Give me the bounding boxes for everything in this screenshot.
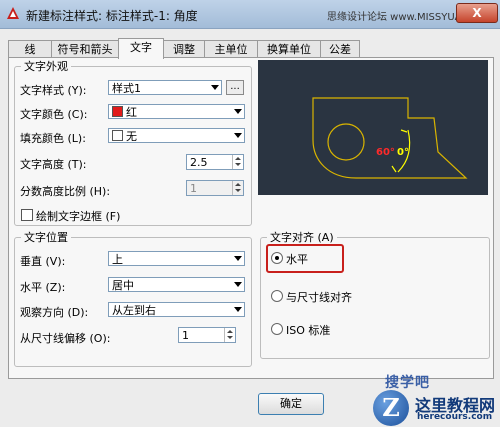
- chevron-down-icon: [234, 307, 242, 312]
- fraction-height-label: 分数高度比例 (H):: [20, 185, 111, 198]
- fill-color-value: 无: [126, 130, 137, 143]
- logo-brand: 搜学吧: [385, 375, 430, 391]
- part-outline: [312, 97, 468, 179]
- text-style-select[interactable]: 样式1: [108, 80, 222, 95]
- title-bar: 新建标注样式: 标注样式-1: 角度 思缘设计论坛 www.MISSYUAN.C…: [0, 0, 500, 29]
- preview-drawing: 60° 0°: [312, 97, 468, 179]
- fraction-height-spinner: 1: [186, 180, 244, 196]
- spinner-arrows-icon: [232, 181, 243, 195]
- arrow-line-1: [400, 129, 408, 133]
- tab-text[interactable]: 文字: [118, 38, 164, 59]
- window-title: 新建标注样式: 标注样式-1: 角度: [26, 9, 198, 23]
- tab-tolerances[interactable]: 公差: [320, 40, 360, 58]
- tab-alternate-units[interactable]: 换算单位: [257, 40, 321, 58]
- close-button[interactable]: X: [456, 3, 498, 23]
- dimension-style-dialog: 新建标注样式: 标注样式-1: 角度 思缘设计论坛 www.MISSYUAN.C…: [0, 0, 500, 427]
- logo-url: herecours.com: [417, 412, 493, 422]
- text-color-select[interactable]: 红: [108, 104, 245, 119]
- offset-label: 从尺寸线偏移 (O):: [20, 332, 111, 345]
- view-direction-value: 从左到右: [112, 304, 156, 317]
- text-placement-group: 文字位置: [14, 229, 252, 367]
- text-frame-label: 绘制文字边框 (F): [36, 210, 121, 223]
- chevron-down-icon: [211, 85, 219, 90]
- offset-spinner[interactable]: 1: [178, 327, 236, 343]
- angle-label-60: 60°: [376, 147, 395, 158]
- text-frame-checkbox[interactable]: [21, 209, 33, 221]
- view-direction-select[interactable]: 从左到右: [108, 302, 245, 317]
- chevron-down-icon: [234, 282, 242, 287]
- align-horizontal-label: 水平: [286, 253, 308, 266]
- angle-label-0: 0°: [397, 147, 409, 158]
- text-height-spinner[interactable]: 2.5: [186, 154, 244, 170]
- horizontal-select[interactable]: 居中: [108, 277, 245, 292]
- tab-lines[interactable]: 线: [8, 40, 52, 58]
- color-swatch: [112, 106, 123, 117]
- chevron-down-icon: [234, 109, 242, 114]
- vertical-value: 上: [112, 253, 123, 266]
- text-height-value: 2.5: [190, 156, 208, 169]
- align-with-dimline-radio[interactable]: [271, 290, 283, 302]
- spinner-arrows-icon[interactable]: [232, 155, 243, 169]
- spinner-arrows-icon[interactable]: [224, 328, 235, 342]
- text-style-browse-button[interactable]: ...: [226, 80, 244, 95]
- vertical-select[interactable]: 上: [108, 251, 245, 266]
- offset-value: 1: [182, 329, 189, 342]
- text-placement-legend: 文字位置: [24, 231, 68, 244]
- fill-color-select[interactable]: 无: [108, 128, 245, 143]
- site-logo: 搜学吧 Z 这里教程网 herecours.com: [355, 370, 500, 427]
- tab-strip: 线 符号和箭头 文字 调整 主单位 换算单位 公差: [8, 38, 492, 59]
- ok-button[interactable]: 确定: [258, 393, 324, 415]
- align-iso-label: ISO 标准: [286, 324, 331, 337]
- text-alignment-legend: 文字对齐 (A): [270, 231, 334, 244]
- text-appearance-legend: 文字外观: [24, 60, 68, 73]
- tab-primary-units[interactable]: 主单位: [204, 40, 258, 58]
- empty-swatch-icon: [112, 130, 123, 141]
- text-height-label: 文字高度 (T):: [20, 158, 87, 171]
- fraction-height-value: 1: [190, 182, 197, 195]
- text-style-value: 样式1: [112, 82, 141, 95]
- app-icon: [7, 7, 19, 19]
- vertical-label: 垂直 (V):: [20, 255, 66, 268]
- align-horizontal-radio[interactable]: [271, 252, 283, 264]
- text-color-label: 文字颜色 (C):: [20, 108, 88, 121]
- view-direction-label: 观察方向 (D):: [20, 306, 89, 319]
- tab-symbols-arrows[interactable]: 符号和箭头: [51, 40, 119, 58]
- chevron-down-icon: [234, 256, 242, 261]
- arrow-line-2: [391, 165, 397, 173]
- close-icon: X: [472, 6, 482, 20]
- fill-color-label: 填充颜色 (L):: [20, 132, 86, 145]
- text-style-label: 文字样式 (Y):: [20, 84, 87, 97]
- text-color-value: 红: [126, 106, 137, 119]
- logo-z-icon: Z: [373, 390, 409, 426]
- preview-pane: 60° 0°: [258, 60, 488, 195]
- horizontal-value: 居中: [112, 279, 134, 292]
- tab-fit[interactable]: 调整: [163, 40, 205, 58]
- part-hole: [327, 123, 365, 161]
- align-iso-radio[interactable]: [271, 323, 283, 335]
- chevron-down-icon: [234, 133, 242, 138]
- align-with-dimline-label: 与尺寸线对齐: [286, 291, 352, 304]
- horizontal-label: 水平 (Z):: [20, 281, 66, 294]
